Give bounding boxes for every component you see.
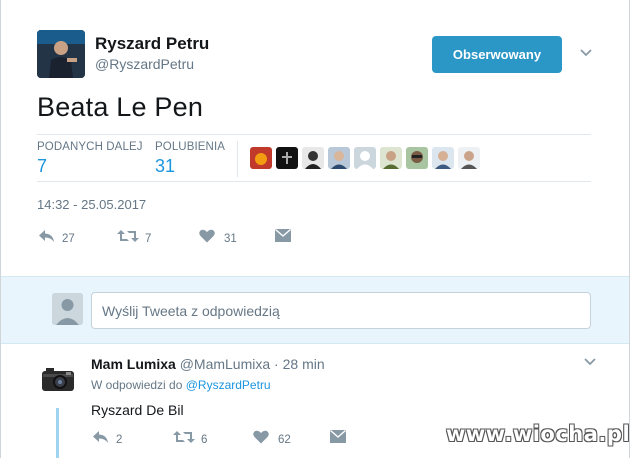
reply-context-link[interactable]: @RyszardPetru bbox=[186, 378, 271, 392]
envelope-icon bbox=[275, 228, 291, 247]
reply-input[interactable]: Wyślij Tweeta z odpowiedzią bbox=[91, 292, 591, 329]
reply-retweet-count: 6 bbox=[201, 433, 208, 446]
liker-avatar[interactable] bbox=[380, 147, 402, 169]
reply-like-action[interactable]: 62 bbox=[253, 430, 291, 449]
separator-dot: · bbox=[274, 356, 279, 372]
direct-message-action[interactable] bbox=[275, 228, 291, 247]
current-user-avatar bbox=[52, 293, 83, 325]
tweet-stats: PODANYCH DALEJ 7 POLUBIENIA 31 bbox=[37, 134, 591, 182]
reply-time[interactable]: 28 min bbox=[283, 356, 325, 372]
retweets-stat[interactable]: PODANYCH DALEJ 7 bbox=[37, 141, 143, 177]
liker-avatar[interactable] bbox=[302, 147, 324, 169]
liker-avatar[interactable] bbox=[406, 147, 428, 169]
follow-button[interactable]: Obserwowany bbox=[432, 36, 562, 73]
reply-retweet-action[interactable]: 6 bbox=[173, 430, 207, 449]
liker-avatar[interactable] bbox=[432, 147, 454, 169]
liker-avatar[interactable] bbox=[276, 147, 298, 169]
retweets-value: 7 bbox=[37, 156, 48, 176]
reply-reply-count: 2 bbox=[116, 433, 123, 446]
chevron-down-icon[interactable] bbox=[583, 355, 597, 369]
heart-icon bbox=[253, 430, 269, 449]
reply-icon bbox=[38, 229, 56, 248]
reply-author-name[interactable]: Mam Lumixa bbox=[91, 356, 176, 372]
heart-icon bbox=[199, 229, 215, 248]
envelope-icon bbox=[330, 429, 346, 448]
retweet-icon bbox=[173, 430, 195, 449]
retweet-icon bbox=[117, 229, 139, 248]
tweet-text: Beata Le Pen bbox=[37, 92, 204, 122]
reply-author-avatar[interactable] bbox=[40, 362, 76, 398]
author-avatar[interactable] bbox=[37, 30, 85, 78]
chevron-down-icon[interactable] bbox=[579, 46, 593, 60]
likes-label: POLUBIENIA bbox=[155, 141, 226, 153]
watermark: www.wiocha.pl bbox=[446, 422, 630, 446]
reply-text: Ryszard De Bil bbox=[91, 402, 184, 418]
like-count: 31 bbox=[224, 232, 237, 245]
likers-avatars bbox=[250, 147, 480, 169]
retweet-action[interactable]: 7 bbox=[117, 229, 151, 248]
reply-context: W odpowiedzi do @RyszardPetru bbox=[91, 378, 271, 392]
reply-author-handle[interactable]: @MamLumixa bbox=[180, 356, 270, 372]
liker-avatar[interactable] bbox=[328, 147, 350, 169]
liker-avatar[interactable] bbox=[458, 147, 480, 169]
reply-direct-message-action[interactable] bbox=[330, 429, 346, 448]
reply-context-prefix: W odpowiedzi do bbox=[91, 378, 183, 392]
likes-stat[interactable]: POLUBIENIA 31 bbox=[155, 141, 225, 177]
author-handle[interactable]: @RyszardPetru bbox=[95, 56, 194, 72]
reply-author-line: Mam Lumixa @MamLumixa · 28 min bbox=[91, 356, 325, 372]
reply-icon bbox=[92, 430, 110, 449]
retweet-count: 7 bbox=[145, 232, 152, 245]
thread-line bbox=[56, 408, 59, 458]
liker-avatar[interactable] bbox=[250, 147, 272, 169]
liker-avatar[interactable] bbox=[354, 147, 376, 169]
author-name[interactable]: Ryszard Petru bbox=[95, 34, 209, 54]
stats-divider bbox=[237, 141, 238, 177]
tweet-timestamp[interactable]: 14:32 - 25.05.2017 bbox=[37, 197, 146, 212]
reply-count: 27 bbox=[62, 232, 75, 245]
retweets-label: PODANYCH DALEJ bbox=[37, 141, 143, 153]
reply-action[interactable]: 27 bbox=[38, 229, 75, 248]
likes-value: 31 bbox=[155, 156, 176, 176]
reply-like-count: 62 bbox=[278, 433, 291, 446]
like-action[interactable]: 31 bbox=[199, 229, 237, 248]
reply-reply-action[interactable]: 2 bbox=[92, 430, 122, 449]
